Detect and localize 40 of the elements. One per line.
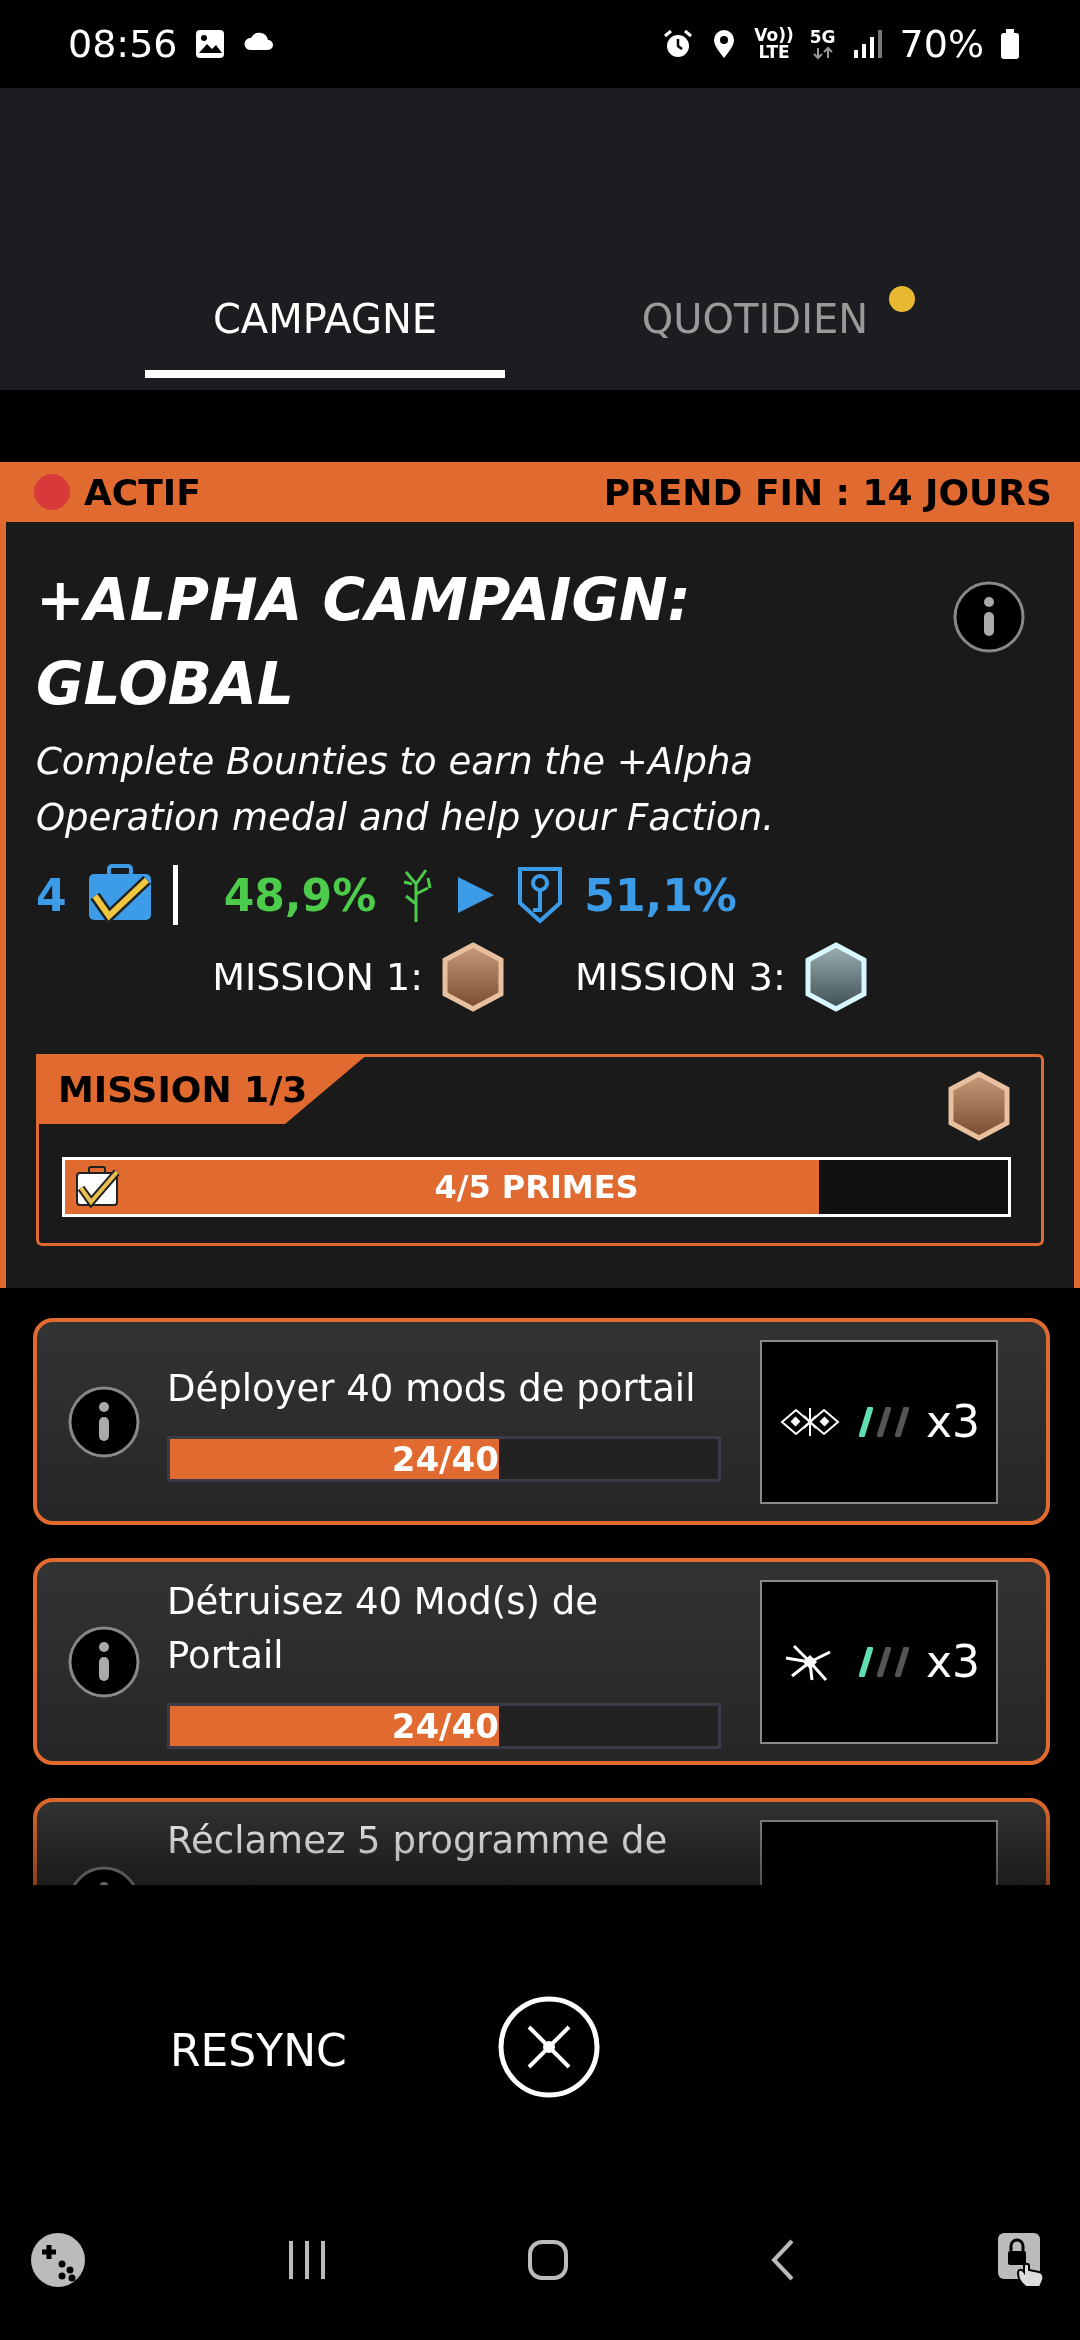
mission-reward-label: MISSION 1:: [212, 955, 423, 999]
task-title: Déployer 40 mods de portail: [167, 1365, 697, 1412]
progress-label: 4/5 PRIMES: [433, 1168, 640, 1206]
close-icon[interactable]: [496, 1995, 601, 2099]
image-icon: [193, 28, 226, 60]
progress-label: 24/40: [390, 1438, 500, 1479]
briefcase-check-icon: [86, 864, 153, 926]
reward-count: x3: [925, 1396, 980, 1447]
battery-level: 70%: [899, 22, 984, 66]
reward-count: x3: [925, 1636, 980, 1687]
campaign-description: Complete Bounties to earn the +Alpha Operation medal and help your Faction.: [36, 739, 775, 841]
game-tools-icon[interactable]: [30, 2232, 86, 2288]
battery-icon: [1000, 29, 1020, 59]
recents-icon[interactable]: [286, 2239, 327, 2281]
task-title: Détruisez 40 Mod(s) de Portail: [167, 1578, 599, 1679]
lte-label: LTE: [758, 44, 790, 61]
signal-icon: [851, 28, 884, 60]
end-countdown: PREND FIN : 14 JOURS: [603, 471, 1052, 513]
tab[interactable]: QUOTIDIEN: [575, 268, 935, 378]
mission-reward-label: MISSION 3:: [575, 955, 786, 999]
tab[interactable]: CAMPAGNE: [145, 268, 505, 378]
alarm-icon: [662, 28, 695, 60]
campaign-title: +ALPHA CAMPAIGN: GLOBAL: [36, 565, 692, 720]
clock: 08:56: [68, 22, 178, 66]
home-icon[interactable]: [527, 2239, 569, 2281]
briefcase-check-icon: [75, 1166, 119, 1208]
resync-button[interactable]: RESYNC: [170, 2025, 347, 2076]
volte-label: Vo)): [754, 27, 794, 44]
status-label: ACTIF: [84, 471, 201, 513]
back-icon[interactable]: [769, 2239, 796, 2281]
mission-tag: MISSION 1/3: [36, 1054, 368, 1124]
network-label: 5G: [809, 28, 836, 46]
enlightened-score: 48,9%: [223, 869, 377, 921]
bounty-count: 4: [36, 869, 67, 921]
progress-label: 24/40: [390, 1705, 500, 1746]
status-dot: [34, 474, 70, 510]
task-title: Réclamez 5 programme de: [167, 1818, 669, 1864]
data-arrows-icon: [811, 45, 834, 60]
resistance-icon: [516, 865, 565, 925]
resistance-score: 51,1%: [584, 869, 737, 921]
